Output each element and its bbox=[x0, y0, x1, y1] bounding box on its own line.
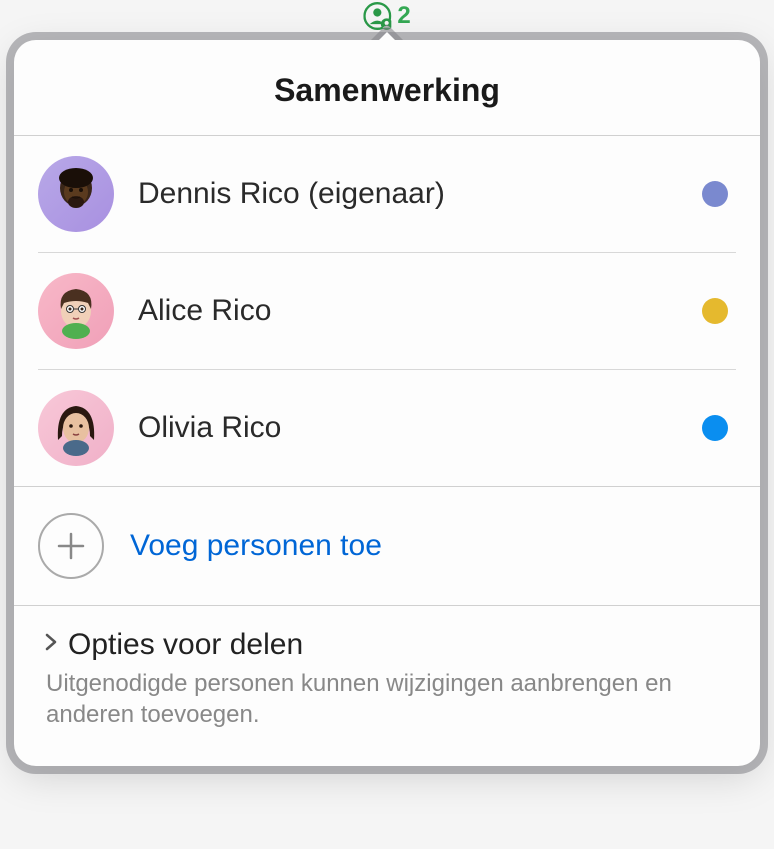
participant-name: Olivia Rico bbox=[138, 411, 678, 445]
avatar-alice bbox=[38, 273, 114, 349]
status-dot bbox=[702, 298, 728, 324]
avatar-olivia bbox=[38, 390, 114, 466]
popover-title: Samenwerking bbox=[14, 40, 760, 136]
status-dot bbox=[702, 181, 728, 207]
collaboration-popover: Samenwerking Dennis Rico (eigenaar) bbox=[14, 40, 760, 766]
chevron-right-icon bbox=[44, 633, 58, 657]
share-options-subtitle: Uitgenodigde personen kunnen wijzigingen… bbox=[44, 668, 736, 730]
share-options-title: Opties voor delen bbox=[68, 628, 303, 662]
add-people-label: Voeg personen toe bbox=[130, 529, 382, 563]
add-people-button[interactable]: Voeg personen toe bbox=[14, 487, 760, 606]
status-dot bbox=[702, 415, 728, 441]
participant-row-olivia[interactable]: Olivia Rico bbox=[38, 370, 736, 486]
participant-name: Alice Rico bbox=[138, 294, 678, 328]
participant-row-dennis[interactable]: Dennis Rico (eigenaar) bbox=[38, 136, 736, 253]
plus-icon bbox=[38, 513, 104, 579]
popover-pointer bbox=[371, 24, 403, 40]
avatar-dennis bbox=[38, 156, 114, 232]
share-options-button[interactable]: Opties voor delen Uitgenodigde personen … bbox=[14, 606, 760, 766]
participant-list: Dennis Rico (eigenaar) Alice Rico bbox=[14, 136, 760, 486]
participant-row-alice[interactable]: Alice Rico bbox=[38, 253, 736, 370]
participant-name: Dennis Rico (eigenaar) bbox=[138, 177, 678, 211]
